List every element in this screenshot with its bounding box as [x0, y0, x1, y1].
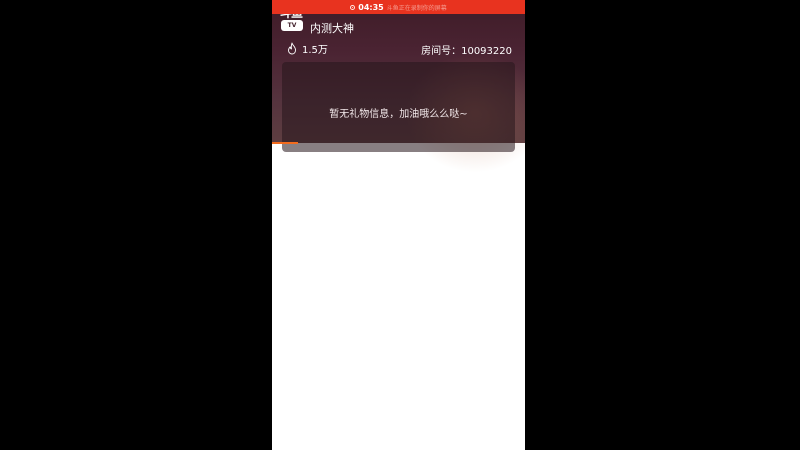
gift-panel: 暂无礼物信息，加油哦么么哒~: [282, 62, 515, 152]
heat-indicator: 1.5万: [286, 41, 328, 56]
content-area: [272, 143, 525, 450]
room-id: 房间号：10093220: [421, 46, 512, 57]
record-dot-icon: [350, 4, 356, 10]
streamer-name: 内测大神: [310, 22, 354, 35]
room-header: 斗鱼 TV 内测大神 1.5万 房间号：10093220 暂无礼物信息，加油哦么…: [272, 0, 525, 173]
recording-notice: 斗鱼正在录制你的屏幕: [386, 4, 447, 12]
status-time: 04:35: [358, 2, 384, 12]
tab-indicator: [272, 142, 298, 144]
gift-empty-message: 暂无礼物信息，加油哦么么哒~: [329, 109, 468, 120]
flame-icon: [288, 42, 296, 55]
status-bar: 04:35 斗鱼正在录制你的屏幕: [272, 0, 525, 14]
logo-tv-badge: TV: [281, 20, 303, 31]
phone-screen: 04:35 斗鱼正在录制你的屏幕 斗鱼 TV 内测大神 1.5万 房间号：100…: [272, 0, 525, 450]
heat-value: 1.5万: [302, 45, 328, 56]
